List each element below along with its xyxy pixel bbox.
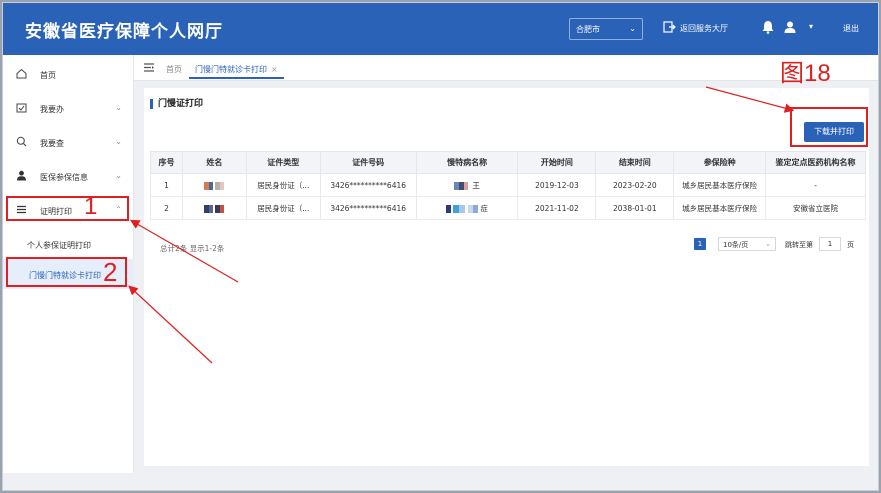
sidebar-item-label: 首页 xyxy=(40,71,56,80)
cell-disease-suffix: 王 xyxy=(472,180,480,190)
page-number-button[interactable]: 1 xyxy=(694,238,706,250)
briefcase-icon xyxy=(16,103,27,113)
back-to-hall-link[interactable]: 返回服务大厅 xyxy=(680,23,728,34)
cell-institution: 安徽省立医院 xyxy=(765,196,866,220)
col-header: 鉴定定点医药机构名称 xyxy=(765,151,866,174)
panel-title: 门慢证打印 xyxy=(150,99,203,109)
user-icon xyxy=(17,170,26,181)
annotation-step2-label: 2 xyxy=(103,257,118,287)
user-dropdown-icon[interactable]: ▾ xyxy=(809,22,813,31)
logout-link[interactable]: 退出 xyxy=(843,23,859,34)
tab-bar: 首页 门慢门特就诊卡打印 × xyxy=(134,55,878,81)
page-unit-label: 页 xyxy=(847,241,854,249)
cell-insurance: 城乡居民基本医疗保险 xyxy=(673,173,767,197)
cell-end: 2023-02-20 xyxy=(595,173,675,197)
tab-label: 门慢门特就诊卡打印 xyxy=(195,65,267,74)
annotation-box-step1 xyxy=(6,196,129,221)
content-panel: 门慢证打印 下载并打印 序号 姓名 证件类型 证件号码 慢特病名称 开始时间 结… xyxy=(144,88,869,466)
sidebar-item-home[interactable]: 首页 xyxy=(3,57,134,91)
close-icon[interactable]: × xyxy=(271,65,278,74)
cell-name-redacted xyxy=(181,173,247,197)
menu-toggle-icon[interactable] xyxy=(144,63,154,72)
annotation-box-download xyxy=(790,107,868,147)
user-avatar-icon[interactable] xyxy=(783,20,797,34)
cell-name-redacted xyxy=(181,196,247,220)
sidebar-item-label: 我要办 xyxy=(40,105,64,114)
home-icon xyxy=(16,68,27,79)
sidebar-item-query[interactable]: 我要查 ⌄ xyxy=(3,125,134,159)
cell-no: 2 xyxy=(150,196,183,220)
app-window: 安徽省医疗保障个人网厅 合肥市 ⌄ 返回服务大厅 ▾ 退出 首页 我要办 ⌄ 我… xyxy=(2,2,879,491)
cell-id-number: 3426**********6416 xyxy=(319,196,417,220)
col-header: 结束时间 xyxy=(595,151,675,174)
col-header: 慢特病名称 xyxy=(415,151,519,174)
cell-disease: 症 xyxy=(415,196,519,220)
chevron-down-icon: ⌄ xyxy=(115,137,122,146)
chevron-down-icon: ⌄ xyxy=(629,24,636,33)
sidebar-subitem-personal-cert[interactable]: 个人参保证明打印 xyxy=(3,229,134,259)
cell-start: 2021-11-02 xyxy=(517,196,597,220)
cell-disease-suffix: 症 xyxy=(480,203,488,213)
sidebar-item-todo[interactable]: 我要办 ⌄ xyxy=(3,91,134,125)
top-header: 安徽省医疗保障个人网厅 合肥市 ⌄ 返回服务大厅 ▾ 退出 xyxy=(3,3,878,55)
goto-page-input[interactable]: 1 xyxy=(819,237,841,251)
search-icon xyxy=(16,136,27,147)
app-title: 安徽省医疗保障个人网厅 xyxy=(25,22,223,42)
chevron-down-icon: ⌄ xyxy=(115,171,122,180)
cell-id-number: 3426**********6416 xyxy=(319,173,417,197)
cell-start: 2019-12-03 xyxy=(517,173,597,197)
pager-info: 总计2条 显示1-2条 xyxy=(160,244,225,253)
cell-id-type: 居民身份证（... xyxy=(245,196,321,220)
city-select-value: 合肥市 xyxy=(576,25,600,34)
records-table: 序号 姓名 证件类型 证件号码 慢特病名称 开始时间 结束时间 参保险种 鉴定定… xyxy=(150,151,866,220)
cell-insurance: 城乡居民基本医疗保险 xyxy=(673,196,767,220)
col-header: 参保险种 xyxy=(673,151,767,174)
col-header: 序号 xyxy=(150,151,183,174)
sidebar-subitem-label: 个人参保证明打印 xyxy=(27,241,91,250)
annotation-figure-label: 图18 xyxy=(780,60,831,87)
col-header: 证件类型 xyxy=(245,151,321,174)
cell-no: 1 xyxy=(150,173,183,197)
table-row[interactable]: 1 居民身份证（... 3426**********6416 王 2019-12… xyxy=(150,173,866,197)
goto-label: 跳转至第 xyxy=(785,241,813,249)
tab-clinic-card-print[interactable]: 门慢门特就诊卡打印 × xyxy=(189,59,284,79)
annotation-step1-label: 1 xyxy=(84,193,98,220)
col-header: 姓名 xyxy=(181,151,247,174)
chevron-down-icon: ⌄ xyxy=(765,240,771,248)
sidebar-item-insurance-info[interactable]: 医保参保信息 ⌄ xyxy=(3,159,134,193)
col-header: 开始时间 xyxy=(517,151,597,174)
table-header-row: 序号 姓名 证件类型 证件号码 慢特病名称 开始时间 结束时间 参保险种 鉴定定… xyxy=(150,151,866,174)
cell-end: 2038-01-01 xyxy=(595,196,675,220)
cell-id-type: 居民身份证（... xyxy=(245,173,321,197)
exit-icon xyxy=(663,21,676,33)
cell-disease: 王 xyxy=(415,173,519,197)
chevron-down-icon: ⌄ xyxy=(115,103,122,112)
city-select[interactable]: 合肥市 ⌄ xyxy=(569,18,643,40)
sidebar-item-label: 医保参保信息 xyxy=(40,173,88,182)
bell-icon[interactable] xyxy=(761,20,775,34)
page-size-value: 10条/页 xyxy=(723,241,749,249)
tab-home[interactable]: 首页 xyxy=(166,64,182,75)
sidebar-item-label: 我要查 xyxy=(40,139,64,148)
page-size-select[interactable]: 10条/页 ⌄ xyxy=(718,237,776,251)
col-header: 证件号码 xyxy=(319,151,417,174)
table-row[interactable]: 2 居民身份证（... 3426**********6416 症 2021-11… xyxy=(150,196,866,220)
cell-institution: - xyxy=(765,173,866,197)
